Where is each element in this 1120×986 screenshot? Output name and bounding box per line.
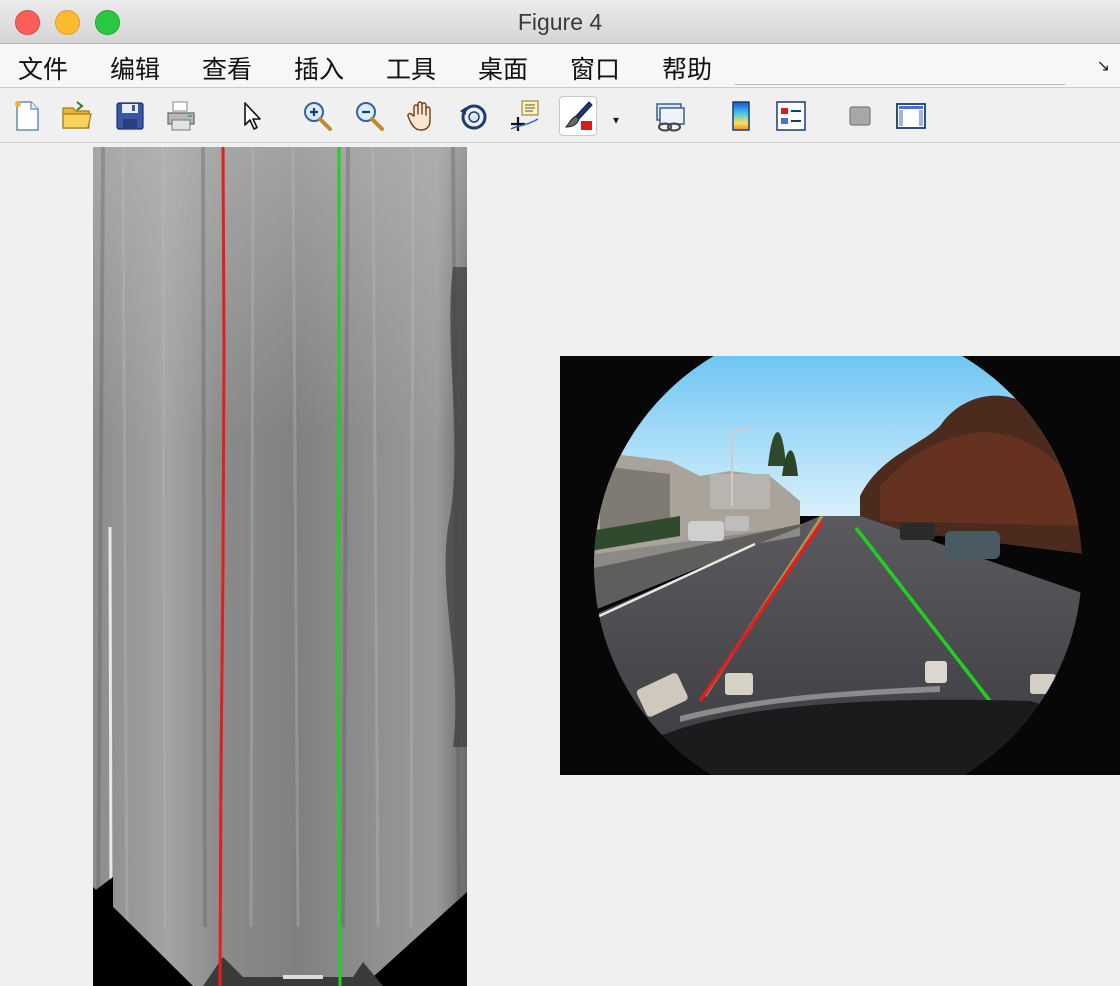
colorbar-icon[interactable] <box>724 99 758 133</box>
menu-divider <box>735 84 1065 85</box>
save-icon[interactable] <box>113 99 147 133</box>
right-lane-line <box>336 147 342 986</box>
menu-desktop[interactable]: 桌面 <box>478 50 528 86</box>
menu-view[interactable]: 查看 <box>202 50 252 86</box>
link-plot-icon[interactable] <box>653 99 687 133</box>
chevron-corner-icon[interactable]: ↘ <box>1097 56 1110 75</box>
zoom-out-icon[interactable] <box>352 99 386 133</box>
birdseye-view-image <box>93 147 467 986</box>
menu-insert[interactable]: 插入 <box>294 50 344 86</box>
window-title: Figure 4 <box>517 9 603 35</box>
rotate-3d-icon[interactable] <box>457 99 491 133</box>
figure-window: Figure 4 文件 编辑 查看 插入 工具 桌面 窗口 帮助 ↘ ▾ <box>0 0 1120 986</box>
edit-plot-arrow-icon[interactable] <box>236 99 270 133</box>
menu-window[interactable]: 窗口 <box>570 50 620 86</box>
legend-icon[interactable] <box>774 99 808 133</box>
camera-view-image <box>560 356 1120 775</box>
menu-bar: 文件 编辑 查看 插入 工具 桌面 窗口 帮助 ↘ <box>0 44 1120 88</box>
menu-tools[interactable]: 工具 <box>386 50 436 86</box>
brush-dropdown-icon[interactable]: ▾ <box>613 113 619 127</box>
pan-hand-icon[interactable] <box>405 99 439 133</box>
print-icon[interactable] <box>164 99 198 133</box>
menu-edit[interactable]: 编辑 <box>110 50 160 86</box>
open-file-icon[interactable] <box>60 99 94 133</box>
zoom-in-icon[interactable] <box>300 99 334 133</box>
hide-plot-tools-icon[interactable] <box>843 99 877 133</box>
show-plot-tools-icon[interactable] <box>894 99 928 133</box>
new-figure-icon[interactable] <box>10 99 44 133</box>
menu-help[interactable]: 帮助 <box>662 50 712 86</box>
figure-toolbar: ▾ <box>0 89 1120 143</box>
title-bar[interactable]: Figure 4 <box>0 0 1120 44</box>
figure-canvas[interactable] <box>0 144 1120 986</box>
menu-file[interactable]: 文件 <box>18 50 68 86</box>
brush-icon[interactable] <box>559 96 597 136</box>
data-cursor-icon[interactable] <box>508 99 542 133</box>
